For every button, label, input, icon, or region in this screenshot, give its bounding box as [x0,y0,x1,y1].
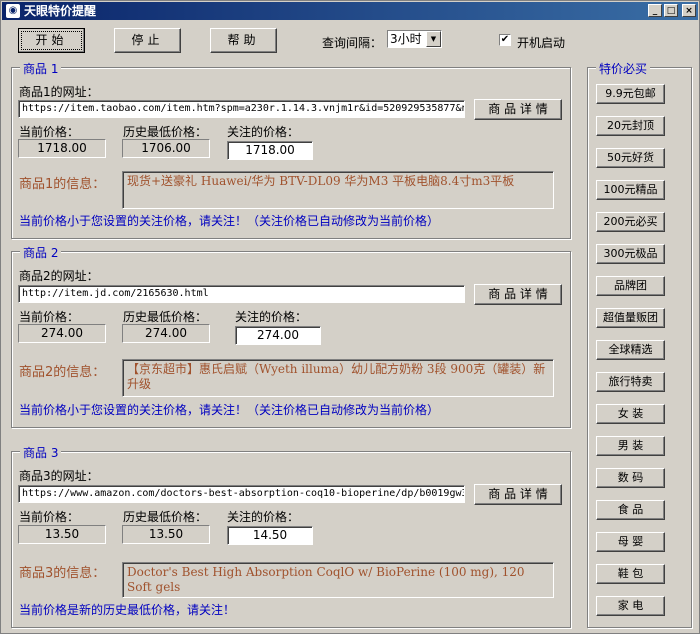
sidebar-title: 特价必买 [596,60,651,77]
product-1-current-price: 1718.00 [18,139,106,158]
sidebar-button-10[interactable]: 旅行特卖 [596,372,665,392]
product-1-note: 当前价格小于您设置的关注价格，请关注！（关注价格已自动修改为当前价格） [19,214,440,228]
product-1-watch-price-input[interactable]: 1718.00 [227,141,313,160]
product-3-url-input[interactable]: https://www.amazon.com/doctors-best-abso… [18,485,465,503]
close-icon[interactable]: × [682,4,696,17]
product-3-history-low-label: 历史最低价格： [123,510,208,524]
product-2-info-label: 商品2的信息： [19,365,106,380]
sidebar-button-15[interactable]: 母 婴 [596,532,665,552]
product-3-title: 商品 3 [20,444,62,461]
product-2-url-label: 商品2的网址： [19,269,99,283]
product-3-info-label: 商品3的信息： [19,566,106,581]
product-1-history-low-label: 历史最低价格： [123,125,208,139]
title-bar: ◉ 天眼特价提醒 _ □ × [2,2,698,20]
autostart-label: 开机启动 [517,36,566,50]
sidebar-button-5[interactable]: 200元必买 [596,212,665,232]
sidebar-button-1[interactable]: 9.9元包邮 [596,84,665,104]
product-2-url-input[interactable]: http://item.jd.com/2165630.html [18,285,465,303]
product-3-url-label: 商品3的网址： [19,469,99,483]
help-button[interactable]: 帮助 [210,28,277,53]
sidebar-button-13[interactable]: 数 码 [596,468,665,488]
checkmark-icon: ✔ [500,34,510,45]
sidebar-button-17[interactable]: 家 电 [596,596,665,616]
product-1-title: 商品 1 [20,60,62,77]
sidebar-button-6[interactable]: 300元极品 [596,244,665,264]
product-2-info: 【京东超市】惠氏启赋（Wyeth illuma）幼儿配方奶粉 3段 900克（罐… [122,359,554,397]
product-3-note: 当前价格是新的历史最低价格，请关注！ [19,603,236,617]
maximize-icon[interactable]: □ [664,4,678,17]
product-2-history-low-label: 历史最低价格： [123,310,208,324]
product-2-detail-button[interactable]: 商 品 详 情 [474,284,562,305]
product-3-detail-button[interactable]: 商 品 详 情 [474,484,562,505]
product-3-watch-price-input[interactable]: 14.50 [227,526,313,545]
product-2-note: 当前价格小于您设置的关注价格，请关注！（关注价格已自动修改为当前价格） [19,403,440,417]
main-window: ◉ 天眼特价提醒 _ □ × 开始 停止 帮助 查询间隔： 3小时 ▼ ✔ 开机… [0,0,700,634]
sidebar-button-12[interactable]: 男 装 [596,436,665,456]
product-1-info-label: 商品1的信息： [19,177,106,192]
product-1-watch-price-label: 关注的价格： [227,125,300,139]
chevron-down-icon[interactable]: ▼ [426,31,441,47]
start-button[interactable]: 开始 [18,28,85,53]
product-2-current-price: 274.00 [18,324,106,343]
product-2-watch-price-label: 关注的价格： [235,310,308,324]
interval-label: 查询间隔： [322,36,383,50]
window-title: 天眼特价提醒 [24,4,97,18]
product-3-current-price: 13.50 [18,525,106,544]
sidebar-button-9[interactable]: 全球精选 [596,340,665,360]
sidebar-button-14[interactable]: 食 品 [596,500,665,520]
product-1-info: 现货+送豪礼 Huawei/华为 BTV-DL09 华为M3 平板电脑8.4寸m… [122,171,554,209]
product-2-watch-price-input[interactable]: 274.00 [235,326,321,345]
eye-icon: ◉ [6,4,20,18]
product-2-title: 商品 2 [20,244,62,261]
product-1-url-input[interactable]: https://item.taobao.com/item.htm?spm=a23… [18,100,465,118]
sidebar-button-16[interactable]: 鞋 包 [596,564,665,584]
product-1-current-price-label: 当前价格： [19,125,80,139]
stop-button[interactable]: 停止 [114,28,181,53]
minimize-icon[interactable]: _ [648,4,662,17]
sidebar-button-3[interactable]: 50元好货 [596,148,665,168]
product-1-detail-button[interactable]: 商 品 详 情 [474,99,562,120]
product-3-current-price-label: 当前价格： [19,510,80,524]
interval-value: 3小时 [390,32,422,46]
product-1-url-label: 商品1的网址： [19,85,99,99]
product-2-current-price-label: 当前价格： [19,310,80,324]
sidebar-button-7[interactable]: 品牌团 [596,276,665,296]
autostart-checkbox[interactable]: ✔ [499,34,511,46]
product-3-info: Doctor's Best High Absorption CoqlO w/ B… [122,562,554,598]
sidebar-button-11[interactable]: 女 装 [596,404,665,424]
product-3-watch-price-label: 关注的价格： [227,510,300,524]
sidebar-button-2[interactable]: 20元封顶 [596,116,665,136]
sidebar-button-4[interactable]: 100元精品 [596,180,665,200]
product-2-history-low: 274.00 [122,324,210,343]
sidebar-button-8[interactable]: 超值量贩团 [596,308,665,328]
product-1-history-low: 1706.00 [122,139,210,158]
interval-select[interactable]: 3小时 ▼ [387,30,442,48]
product-3-history-low: 13.50 [122,525,210,544]
